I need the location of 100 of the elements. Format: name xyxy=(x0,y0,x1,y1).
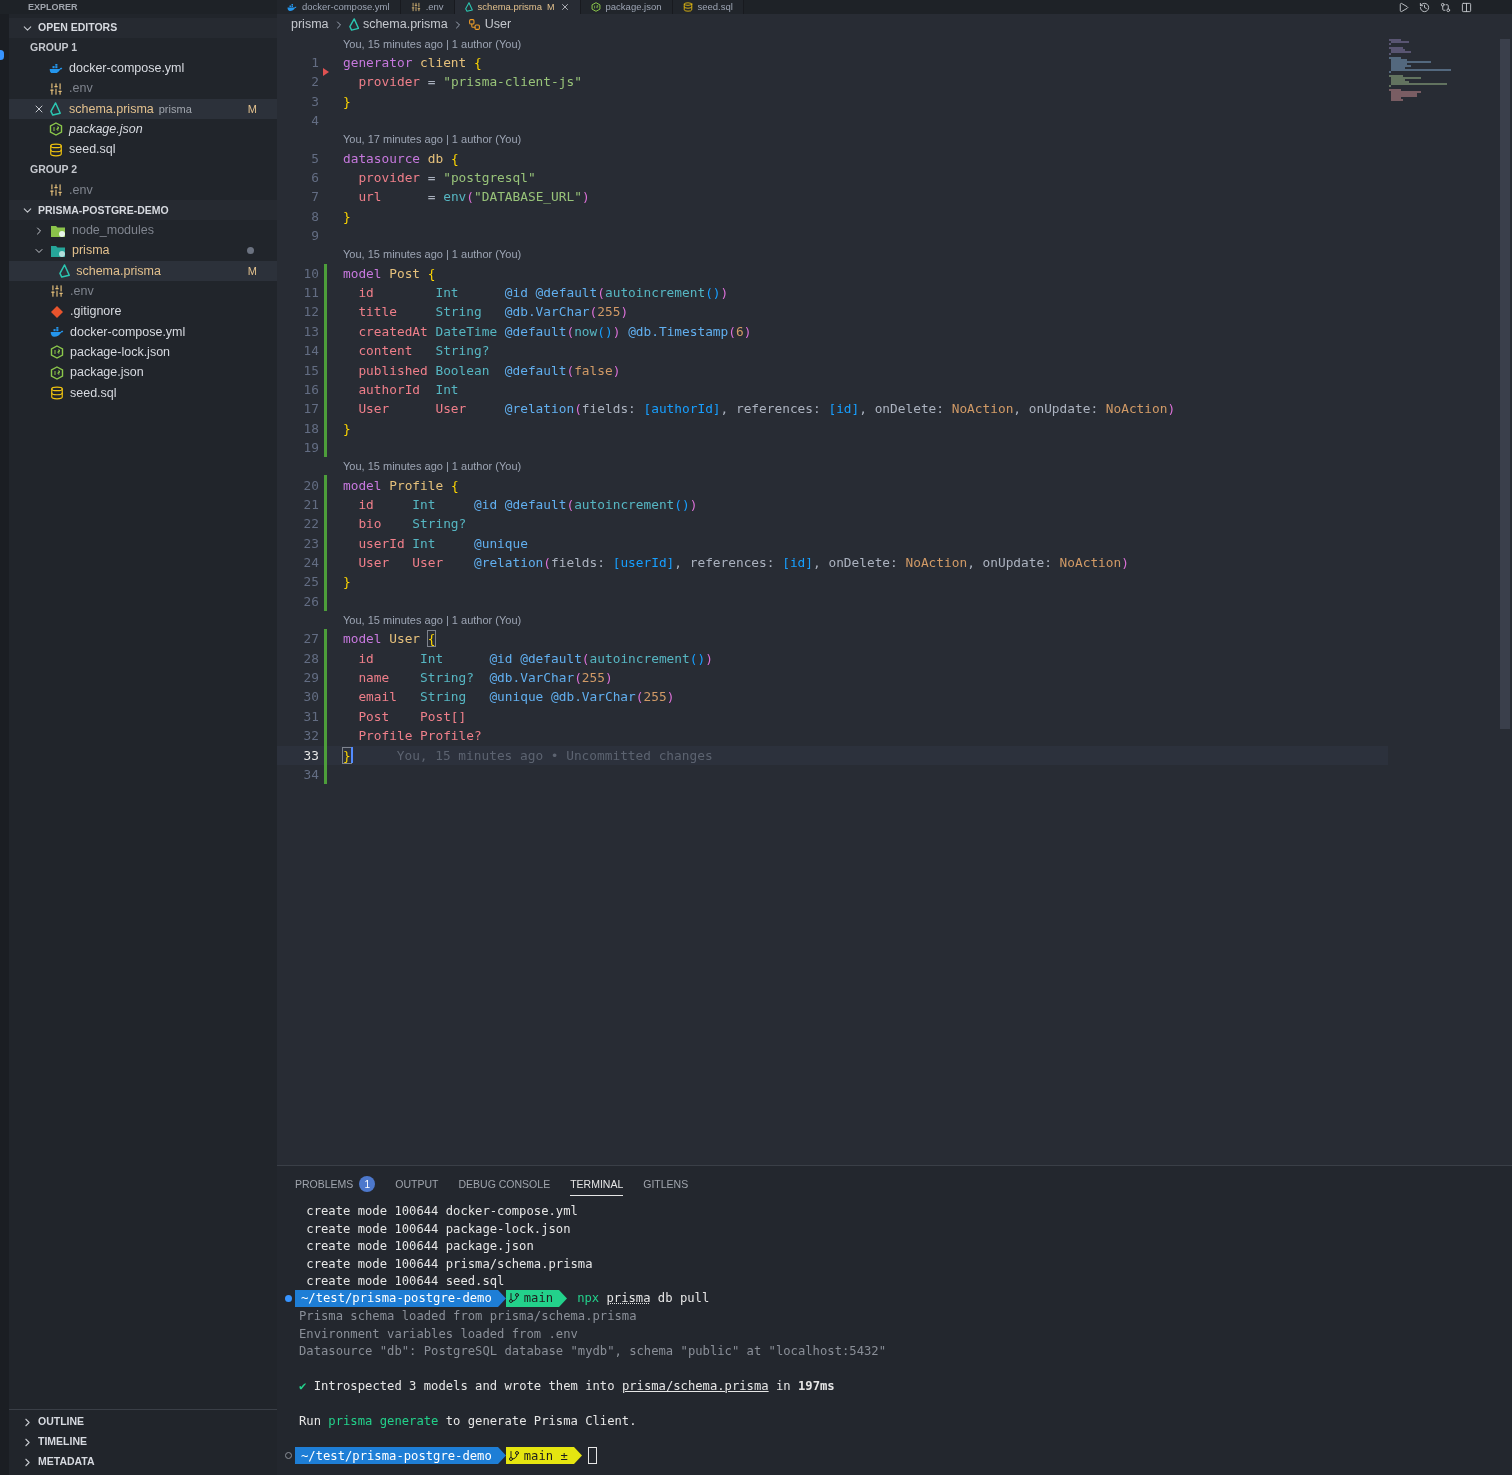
tab-label: .env xyxy=(425,1,444,13)
terminal-line: ✔ Introspected 3 models and wrote them into prisma/schema.prisma in 197ms xyxy=(299,1379,835,1393)
code-text: datasource db { xyxy=(343,149,459,168)
code-text: content String? xyxy=(357,342,490,361)
structure-icon xyxy=(467,18,481,31)
terminal-line: create mode 100644 prisma/schema.prisma xyxy=(305,1256,593,1271)
code-text: id Int @id @default(autoincrement()) xyxy=(357,649,713,668)
line-number: 31 xyxy=(302,707,319,726)
file-name[interactable]: package.json xyxy=(70,363,144,382)
editor-tab[interactable]: seed.sql xyxy=(672,0,744,14)
code-text: provider = "postgresql" xyxy=(357,169,536,188)
file-name[interactable]: package.json xyxy=(69,119,143,139)
file-name[interactable]: .env xyxy=(69,180,93,200)
history-icon[interactable] xyxy=(1419,1,1430,13)
triangle-icon xyxy=(50,102,62,117)
code-text: } xyxy=(343,207,351,226)
compare-icon[interactable] xyxy=(1440,1,1451,13)
code-text: bio String? xyxy=(357,515,467,534)
code-text: User User @relation(fields: [authorId], references: [id], onDelete: NoAction, onUpdate: NoAction) xyxy=(357,400,1176,419)
file-name[interactable]: .env xyxy=(69,79,93,99)
line-number: 24 xyxy=(302,554,319,573)
run-icon[interactable] xyxy=(1398,1,1409,13)
tab-label: package.json xyxy=(605,1,662,13)
line-number: 17 xyxy=(302,400,319,419)
file-link[interactable]: prisma/schema.prisma xyxy=(621,1379,769,1393)
sliders-icon xyxy=(49,81,63,96)
file-name[interactable]: schema.prisma xyxy=(69,99,154,119)
file-name[interactable]: node_modules xyxy=(72,221,154,240)
line-number: 10 xyxy=(302,264,319,283)
section-title[interactable]: TIMELINE xyxy=(38,1434,87,1450)
line-number: 13 xyxy=(302,322,319,341)
blame-annotation[interactable]: You, 15 minutes ago | 1 author (You) xyxy=(343,611,522,629)
code-text: User User @relation(fields: [userId], references: [id], onDelete: NoAction, onUpdate: NoAction) xyxy=(357,554,1129,573)
blame-annotation[interactable]: You, 15 minutes ago | 1 author (You) xyxy=(343,458,522,475)
breadcrumb-item[interactable]: schema.prisma xyxy=(362,15,448,34)
whale-icon xyxy=(50,327,64,337)
line-number: 1 xyxy=(310,54,319,73)
tab-label: schema.prisma xyxy=(477,1,543,13)
code-text: published Boolean @default(false) xyxy=(357,361,621,380)
line-number: 22 xyxy=(302,515,319,534)
editor-tab[interactable]: schema.prisma M xyxy=(454,0,581,14)
sliders-icon xyxy=(410,2,421,12)
terminal-line: create mode 100644 package.json xyxy=(305,1239,534,1253)
line-number: 18 xyxy=(302,419,319,438)
code-text: url = env("DATABASE_URL") xyxy=(357,188,590,207)
panel-tab[interactable]: TERMINAL xyxy=(570,1172,624,1196)
file-name[interactable]: .env xyxy=(70,282,94,301)
line-number: 34 xyxy=(302,766,319,784)
file-name[interactable]: docker-compose.yml xyxy=(69,59,185,78)
panel-tab[interactable]: GITLENS xyxy=(643,1172,689,1196)
split-editor-icon[interactable] xyxy=(1461,1,1472,13)
line-number: 16 xyxy=(302,380,319,399)
code-text: model User { xyxy=(343,630,436,649)
line-number: 26 xyxy=(302,592,319,611)
editor-tab[interactable]: package.json xyxy=(580,0,673,14)
line-number: 25 xyxy=(302,573,319,592)
panel-tab[interactable]: DEBUG CONSOLE xyxy=(458,1172,551,1196)
powerline-arrow xyxy=(497,1289,506,1307)
terminal-line: create mode 100644 seed.sql xyxy=(305,1274,505,1288)
blame-annotation[interactable]: You, 17 minutes ago | 1 author (You) xyxy=(343,131,522,148)
terminal-line: create mode 100644 docker-compose.yml xyxy=(305,1204,578,1218)
database-icon xyxy=(682,2,693,12)
file-name[interactable]: seed.sql xyxy=(70,383,117,403)
blame-annotation[interactable]: You, 15 minutes ago | 1 author (You) xyxy=(343,35,522,53)
sliders-icon xyxy=(49,183,63,198)
editor-tab[interactable]: docker-compose.yml xyxy=(277,0,401,14)
file-description: prisma xyxy=(158,101,192,117)
hexagon-icon xyxy=(590,2,601,12)
file-name[interactable]: seed.sql xyxy=(69,140,116,159)
code-text: email String @unique @db.VarChar(255) xyxy=(357,688,675,707)
file-name[interactable]: schema.prisma xyxy=(76,261,161,281)
panel-tab[interactable]: OUTPUT xyxy=(395,1172,439,1196)
file-name[interactable]: prisma xyxy=(72,241,110,261)
database-icon xyxy=(49,142,63,157)
hexagon-icon xyxy=(50,345,64,360)
file-name[interactable]: .gitignore xyxy=(70,302,122,322)
hexagon-icon xyxy=(49,122,63,137)
code-text: userId Int @unique xyxy=(357,534,528,553)
code-text: } xyxy=(343,419,351,438)
line-number: 3 xyxy=(310,92,319,111)
breadcrumb-item[interactable]: prisma xyxy=(291,15,329,34)
file-name[interactable]: package-lock.json xyxy=(70,342,171,362)
line-number: 28 xyxy=(302,649,319,668)
panel-tab[interactable]: PROBLEMS xyxy=(295,1172,354,1196)
terminal-line: Datasource "db": PostgreSQL database "mydb", schema "public" at "localhost:5432" xyxy=(299,1344,886,1358)
code-text: model Post { xyxy=(343,264,436,283)
breadcrumb-item[interactable]: User xyxy=(484,15,512,34)
close-icon[interactable] xyxy=(559,2,570,12)
section-title[interactable]: OUTLINE xyxy=(38,1414,85,1430)
blame-annotation[interactable]: You, 15 minutes ago | 1 author (You) xyxy=(343,246,522,263)
line-number: 30 xyxy=(302,688,319,707)
triangle-icon xyxy=(59,264,71,279)
text-cursor xyxy=(350,747,353,764)
section-title[interactable]: METADATA xyxy=(38,1454,95,1470)
file-name[interactable]: docker-compose.yml xyxy=(70,322,186,342)
git-branch-icon xyxy=(507,1292,520,1305)
terminal-line: Prisma schema loaded from prisma/schema.prisma xyxy=(299,1309,637,1323)
branch-name: main ± xyxy=(523,1447,568,1465)
database-icon xyxy=(50,385,64,400)
editor-tab[interactable]: .env xyxy=(400,0,455,14)
